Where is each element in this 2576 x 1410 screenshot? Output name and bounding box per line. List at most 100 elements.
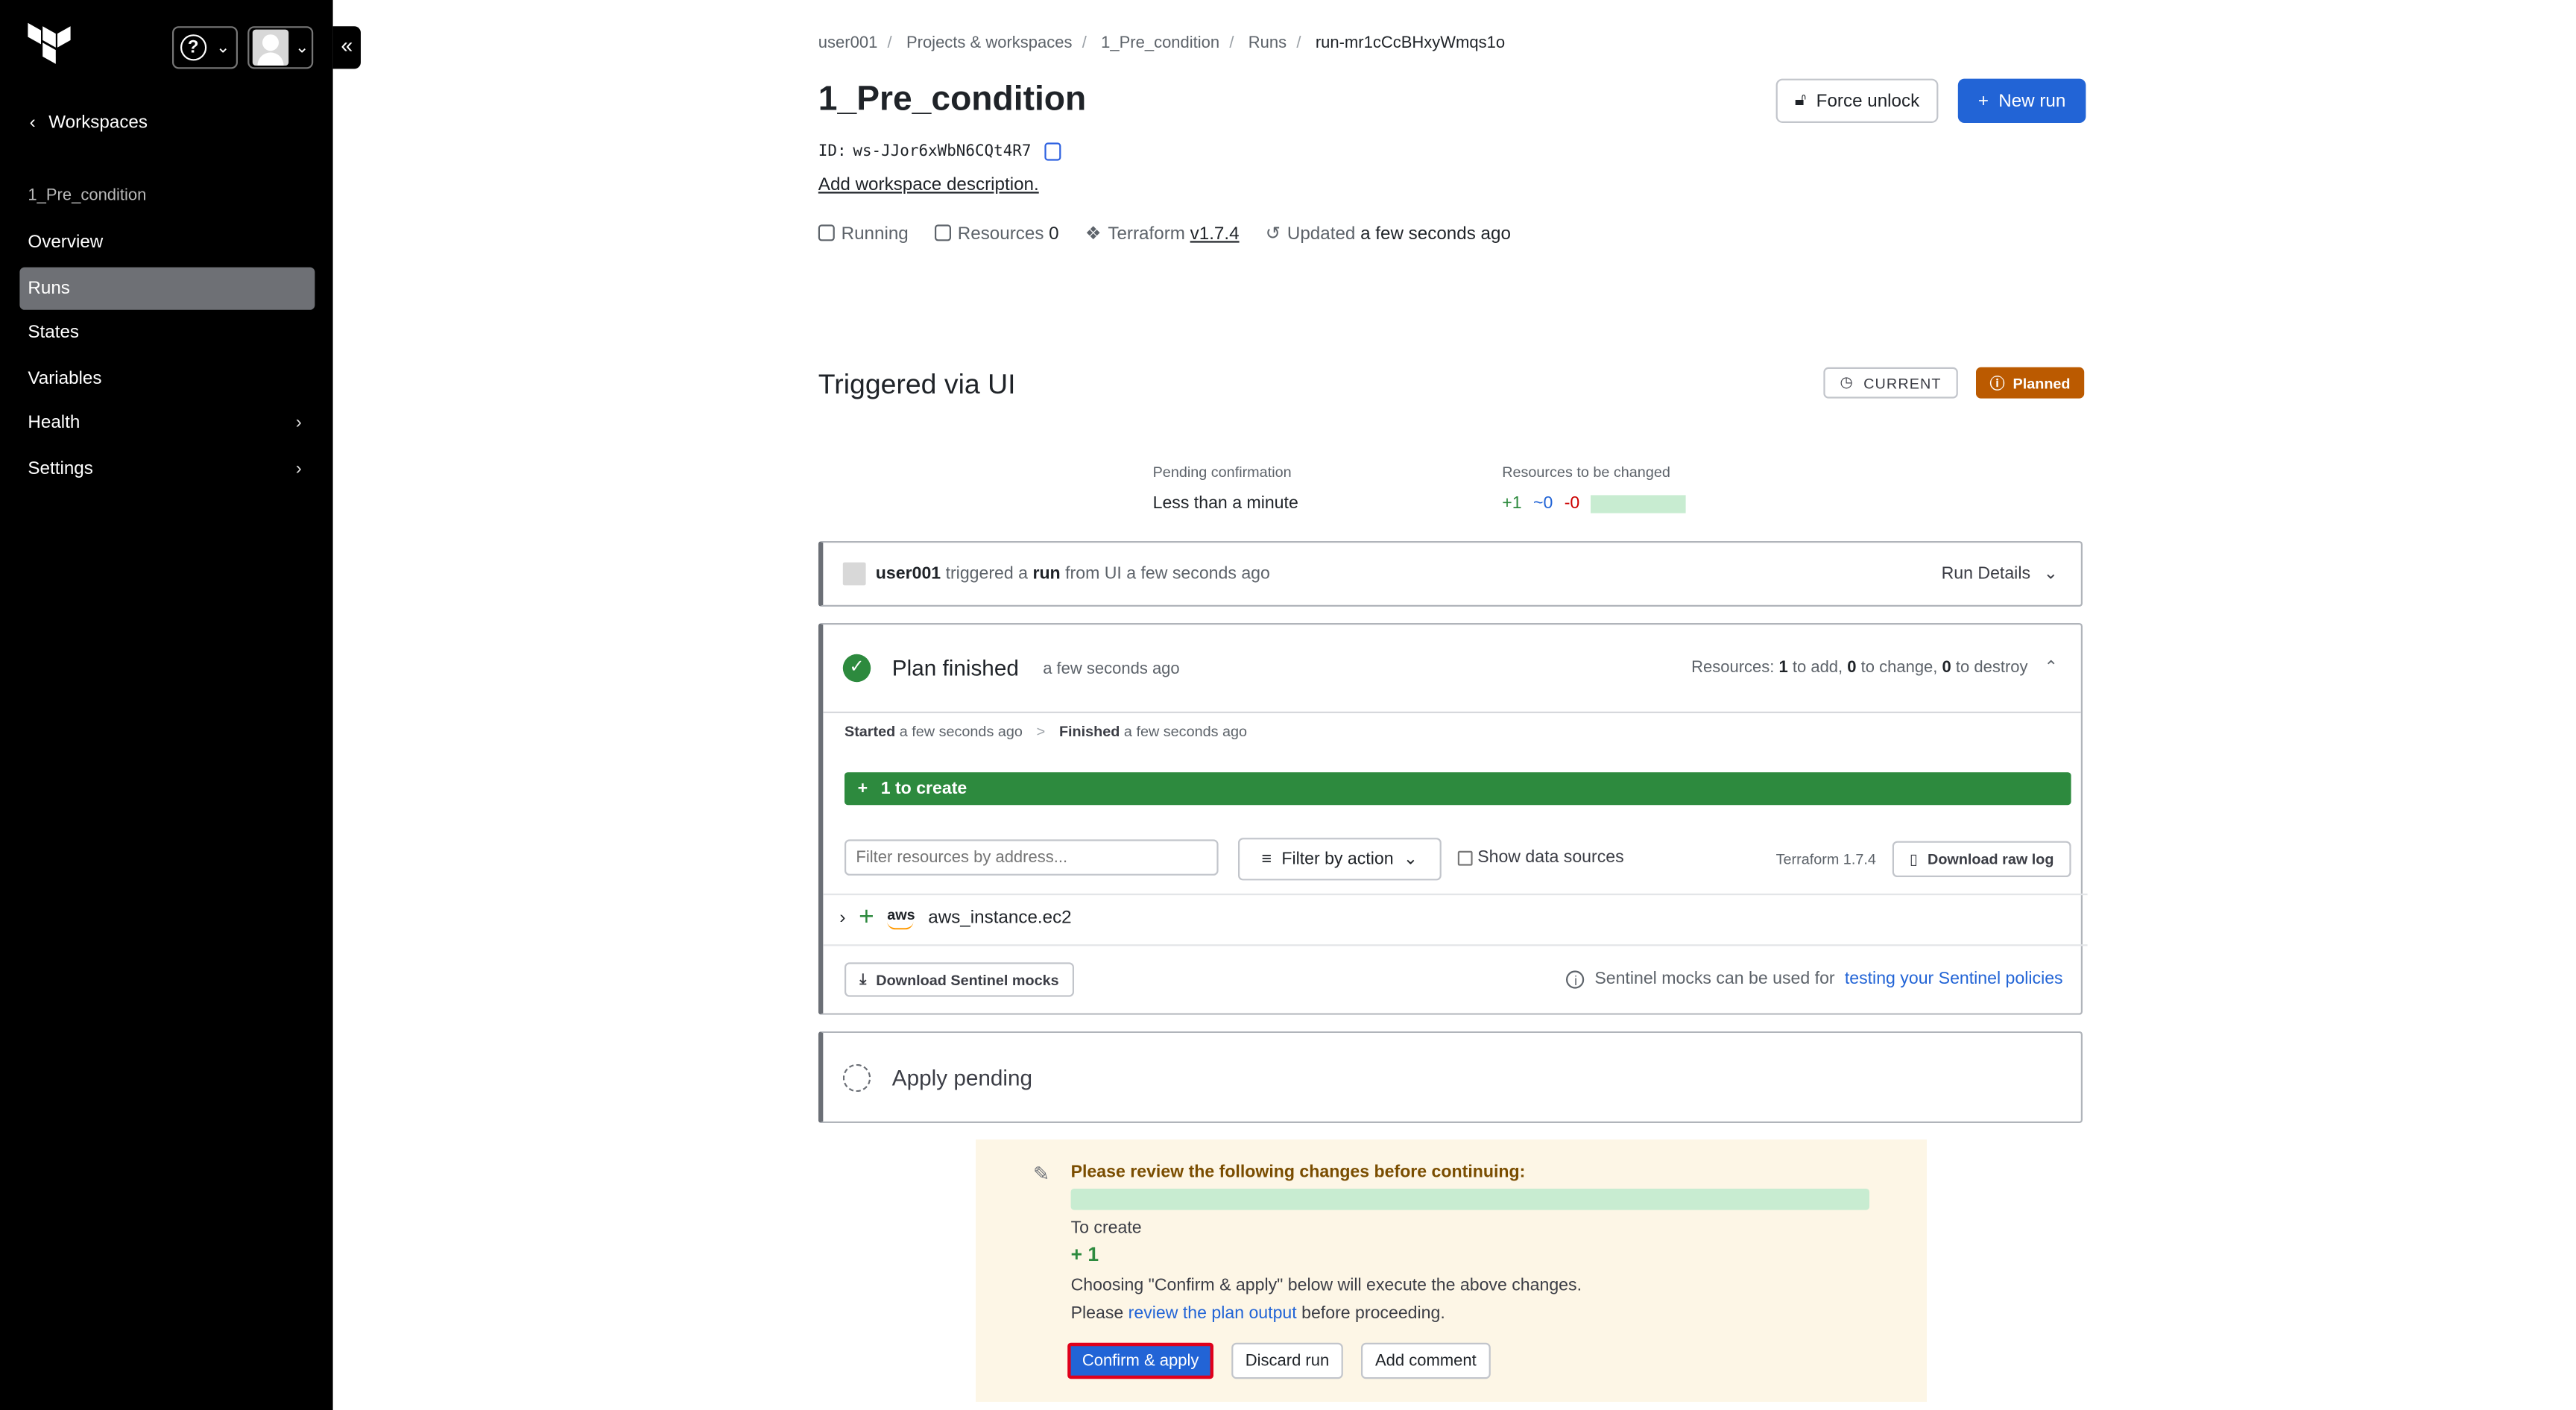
download-sentinel-mocks-button[interactable]: ⤓ Download Sentinel mocks (845, 962, 1074, 997)
sidebar-item-label: States (28, 323, 80, 343)
sidebar-item-health[interactable]: Health › (19, 402, 315, 444)
add-count: +1 (1502, 493, 1522, 513)
id-value: ws-JJor6xWbN6CQt4R7 (853, 142, 1032, 161)
chevron-down-icon: ⌄ (295, 38, 309, 57)
avatar (252, 29, 289, 66)
destroy-count: -0 (1564, 493, 1580, 513)
divider (823, 894, 2088, 896)
apply-card: Apply pending (818, 1031, 2083, 1123)
review-change-bar (1070, 1189, 1869, 1210)
plan-terraform-version: Terraform 1.7.4 (1775, 850, 1876, 867)
file-icon: ▯ (1909, 850, 1918, 867)
pending-confirmation: Pending confirmation Less than a minute (1153, 464, 1298, 513)
sidebar-item-states[interactable]: States (19, 312, 315, 354)
lock-icon (818, 224, 835, 241)
plan-timing: Started a few seconds ago > Finished a f… (845, 723, 1248, 740)
chevron-right-icon: › (295, 458, 302, 478)
force-unlock-button[interactable]: 🔓︎ Force unlock (1775, 78, 1939, 123)
breadcrumb: user001/ Projects & workspaces/ 1_Pre_co… (818, 34, 1506, 53)
run-details-toggle[interactable]: Run Details ⌄ (1942, 564, 2058, 584)
apply-title: Apply pending (891, 1066, 1033, 1090)
sidebar-item-overview[interactable]: Overview (19, 221, 315, 264)
chevron-down-icon: ⌄ (2043, 563, 2058, 584)
chevron-up-icon[interactable]: ⌃ (2045, 659, 2058, 677)
unlock-icon: 🔓︎ (1794, 90, 1807, 110)
checkbox[interactable] (1457, 850, 1473, 865)
sidebar-item-variables[interactable]: Variables (19, 357, 315, 399)
add-description-link[interactable]: Add workspace description. (818, 175, 1039, 195)
sidebar: ? ⌄ ⌄ « ‹ Workspaces 1_Pre_condition Ove… (0, 0, 361, 1410)
filter-resources-input[interactable] (845, 839, 1219, 876)
show-data-sources-checkbox[interactable]: Show data sources (1457, 847, 1624, 867)
add-comment-button[interactable]: Add comment (1361, 1342, 1491, 1379)
sidebar-item-runs[interactable]: Runs (19, 266, 315, 309)
sidebar-item-label: Health (28, 413, 80, 433)
review-heading: Please review the following changes befo… (1070, 1162, 1526, 1183)
history-icon: ↺ (1265, 224, 1281, 244)
confirm-apply-button[interactable]: Confirm & apply (1067, 1342, 1213, 1379)
divider (823, 944, 2088, 946)
filter-by-action-button[interactable]: ≡ Filter by action ⌄ (1238, 838, 1442, 881)
back-to-workspaces-link[interactable]: ‹ Workspaces (30, 113, 148, 133)
collapse-sidebar-button[interactable]: « (332, 26, 361, 69)
run-title: Triggered via UI (818, 369, 1016, 400)
chevron-left-icon: ‹ (29, 113, 36, 133)
review-paragraph-2: Please review the plan output before pro… (1070, 1303, 1445, 1324)
chevron-right-icon: › (839, 908, 846, 929)
copy-icon[interactable] (1044, 142, 1061, 161)
user-menu-button[interactable]: ⌄ (247, 26, 314, 69)
plus-icon: + (857, 779, 868, 799)
review-plan-output-link[interactable]: review the plan output (1128, 1303, 1297, 1323)
alert-icon: ⓘ (1989, 375, 2005, 392)
breadcrumb-projects[interactable]: Projects & workspaces (906, 34, 1073, 52)
terraform-logo-icon[interactable] (26, 22, 72, 72)
back-label: Workspaces (48, 113, 148, 133)
wand-icon: ✎ (1033, 1162, 1050, 1186)
info-icon: i (1566, 970, 1585, 988)
plan-title: Plan finished (891, 656, 1019, 680)
review-paragraph: Choosing "Confirm & apply" below will ex… (1070, 1275, 1582, 1295)
terraform-version: ❖ Terraform v1.7.4 (1085, 224, 1240, 244)
status-badge: ⓘ Planned (1976, 367, 2085, 399)
clock-icon: ◷ (1840, 373, 1854, 391)
plan-resources-summary: Resources: 1 to add, 0 to change, 0 to d… (1691, 659, 2058, 677)
sidebar-item-label: Settings (28, 458, 93, 478)
trigger-user: user001 (875, 563, 941, 584)
help-menu-button[interactable]: ? ⌄ (172, 26, 238, 69)
terraform-icon: ❖ (1085, 224, 1102, 244)
id-label: ID: (818, 142, 847, 161)
page-title: 1_Pre_condition (818, 80, 1087, 118)
sidebar-item-settings[interactable]: Settings › (19, 447, 315, 490)
check-circle-icon: ✓ (842, 654, 871, 683)
plan-card: ✓ Plan finished a few seconds ago Resour… (818, 623, 2088, 1015)
trigger-card: user001 triggered a run from UI a few se… (818, 541, 2083, 607)
sidebar-item-label: Runs (28, 277, 70, 298)
sidebar-nav: Overview Runs States Variables Health › S… (19, 221, 315, 492)
sentinel-policies-link[interactable]: testing your Sentinel policies (1845, 969, 2063, 988)
breadcrumb-org[interactable]: user001 (818, 34, 878, 52)
new-run-button[interactable]: + New run (1957, 78, 2086, 123)
sidebar-workspace-name: 1_Pre_condition (28, 186, 147, 205)
chevron-down-icon: ⌄ (215, 38, 230, 57)
filter-icon: ≡ (1261, 849, 1272, 869)
pending-label: Pending confirmation (1152, 464, 1292, 481)
to-create-bar[interactable]: +1 to create (845, 772, 2071, 806)
aws-logo-icon: aws (887, 907, 915, 929)
terraform-version-link[interactable]: v1.7.4 (1190, 224, 1240, 244)
discard-run-button[interactable]: Discard run (1231, 1342, 1343, 1379)
breadcrumb-workspace[interactable]: 1_Pre_condition (1101, 34, 1219, 52)
resources-count: Resources 0 (934, 224, 1059, 244)
review-box: ✎ Please review the following changes be… (976, 1139, 1927, 1402)
resources-changed-label: Resources to be changed (1502, 464, 1670, 481)
chevron-right-icon: › (295, 413, 302, 433)
updated-time: ↺ Updated a few seconds ago (1265, 224, 1511, 244)
review-to-create-label: To create (1070, 1218, 1142, 1238)
trigger-run-word: run (1032, 563, 1061, 584)
download-raw-log-button[interactable]: ▯ Download raw log (1892, 841, 2071, 877)
resource-row[interactable]: › + aws aws_instance.ec2 (839, 903, 1071, 933)
breadcrumb-runs[interactable]: Runs (1248, 34, 1287, 52)
plan-header[interactable]: ✓ Plan finished a few seconds ago Resour… (823, 625, 2081, 713)
breadcrumb-run-id: run-mr1cCcBHxyWmqs1o (1315, 34, 1506, 53)
review-to-create-value: + 1 (1070, 1242, 1099, 1266)
help-icon: ? (180, 34, 206, 61)
